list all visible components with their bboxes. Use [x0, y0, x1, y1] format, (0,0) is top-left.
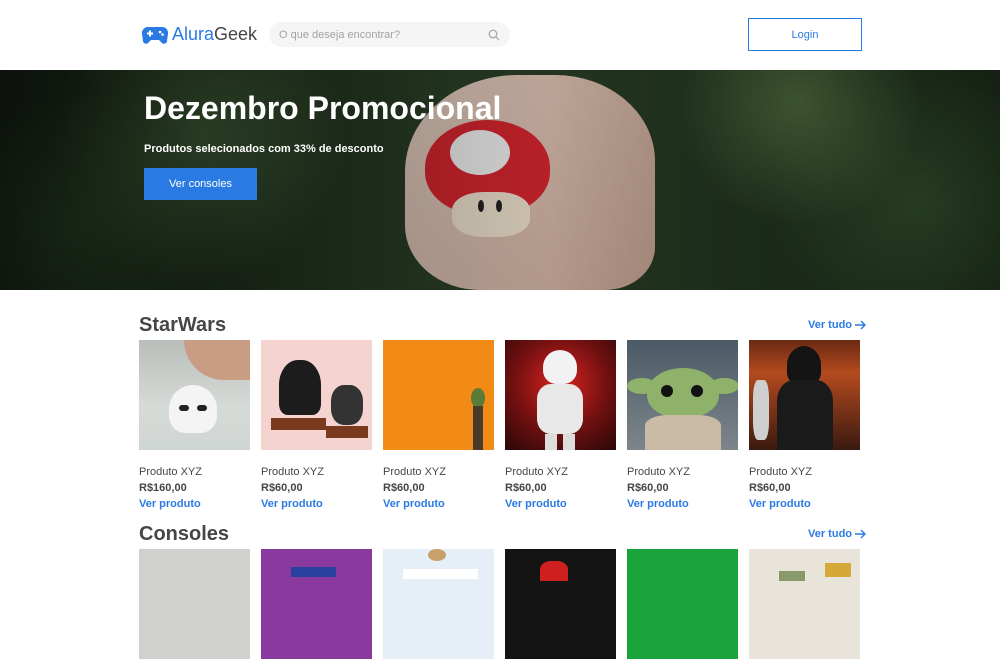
header: AluraGeek O que deseja encontrar? Login	[0, 0, 1000, 70]
mushroom-eye	[478, 200, 484, 212]
see-product-link[interactable]: Ver produto	[505, 498, 616, 510]
login-button[interactable]: Login	[748, 18, 862, 51]
product-image[interactable]	[627, 549, 738, 659]
see-all-label: Ver tudo	[808, 528, 853, 540]
product-list-starwars: Produto XYZ R$160,00 Ver produto Produto…	[139, 340, 860, 510]
banner-subtitle: Produtos selecionados com 33% de descont…	[144, 143, 384, 155]
product-name: Produto XYZ	[383, 466, 446, 478]
product-card[interactable]: Produto XYZ R$60,00 Ver produto	[627, 340, 738, 510]
product-image[interactable]	[627, 340, 738, 450]
product-card[interactable]: Produto XYZ R$60,00 Ver produto	[505, 340, 616, 510]
product-image[interactable]	[261, 549, 372, 659]
mushroom-spot	[450, 130, 510, 175]
product-image[interactable]	[139, 340, 250, 450]
product-card[interactable]	[505, 549, 616, 659]
product-price: R$60,00	[261, 482, 303, 494]
arrow-right-icon	[855, 529, 867, 539]
search-input[interactable]: O que deseja encontrar?	[269, 22, 510, 47]
search-placeholder: O que deseja encontrar?	[279, 28, 401, 41]
product-name: Produto XYZ	[749, 466, 812, 478]
banner-image-mushroom	[425, 120, 550, 215]
see-all-label: Ver tudo	[808, 319, 853, 331]
product-list-consoles	[139, 549, 860, 659]
product-image[interactable]	[261, 340, 372, 450]
see-all-consoles-link[interactable]: Ver tudo	[808, 528, 867, 540]
product-image[interactable]	[383, 549, 494, 659]
product-image[interactable]	[139, 549, 250, 659]
product-card[interactable]: Produto XYZ R$60,00 Ver produto	[749, 340, 860, 510]
product-price: R$60,00	[505, 482, 547, 494]
arrow-right-icon	[855, 320, 867, 330]
product-card[interactable]	[749, 549, 860, 659]
product-price: R$160,00	[139, 482, 187, 494]
product-name: Produto XYZ	[627, 466, 690, 478]
see-consoles-button[interactable]: Ver consoles	[144, 168, 257, 200]
product-card[interactable]: Produto XYZ R$60,00 Ver produto	[383, 340, 494, 510]
logo-text-alura: Alura	[172, 24, 215, 44]
gamepad-icon	[142, 26, 168, 44]
product-price: R$60,00	[749, 482, 791, 494]
section-title-starwars: StarWars	[139, 314, 227, 336]
see-product-link[interactable]: Ver produto	[383, 498, 494, 510]
product-image[interactable]	[505, 549, 616, 659]
product-price: R$60,00	[383, 482, 425, 494]
product-image[interactable]	[505, 340, 616, 450]
product-image[interactable]	[749, 340, 860, 450]
banner-title-wrap: Dezembro Promocional	[144, 90, 501, 127]
mushroom-eye	[496, 200, 502, 212]
see-product-link[interactable]: Ver produto	[261, 498, 372, 510]
product-card[interactable]	[139, 549, 250, 659]
product-image[interactable]	[749, 549, 860, 659]
product-card[interactable]	[383, 549, 494, 659]
product-card[interactable]	[627, 549, 738, 659]
product-card[interactable]	[261, 549, 372, 659]
see-product-link[interactable]: Ver produto	[627, 498, 738, 510]
product-name: Produto XYZ	[261, 466, 324, 478]
product-image[interactable]	[383, 340, 494, 450]
mushroom-stem	[452, 192, 530, 237]
see-product-link[interactable]: Ver produto	[139, 498, 250, 510]
section-title-consoles: Consoles	[139, 523, 230, 545]
product-name: Produto XYZ	[505, 466, 568, 478]
product-card[interactable]: Produto XYZ R$160,00 Ver produto	[139, 340, 250, 510]
product-card[interactable]: Produto XYZ R$60,00 Ver produto	[261, 340, 372, 510]
logo-text-geek: Geek	[214, 24, 258, 44]
banner-title: Dezembro Promocional	[144, 90, 502, 126]
see-all-starwars-link[interactable]: Ver tudo	[808, 319, 867, 331]
see-product-link[interactable]: Ver produto	[749, 498, 860, 510]
product-price: R$60,00	[627, 482, 669, 494]
product-name: Produto XYZ	[139, 466, 202, 478]
logo[interactable]: AluraGeek	[142, 24, 257, 45]
search-icon[interactable]	[488, 29, 500, 41]
